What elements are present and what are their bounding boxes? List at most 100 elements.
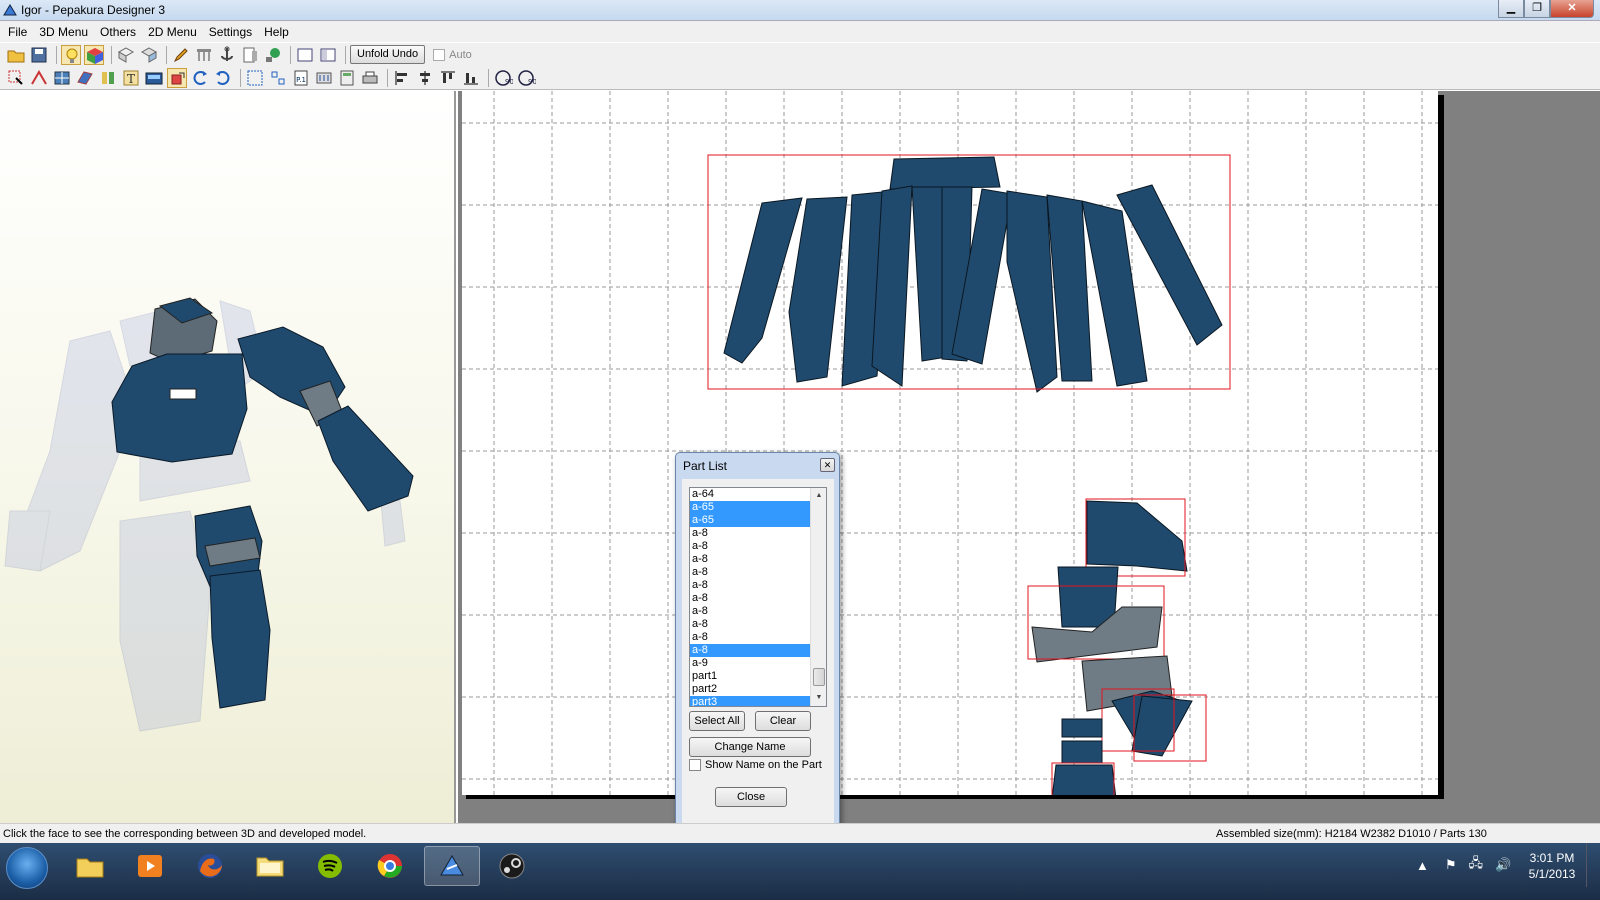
firefox-icon[interactable] <box>182 846 238 886</box>
scroll-down-icon[interactable]: ▼ <box>813 692 825 704</box>
part-list-item[interactable]: a-8 <box>690 527 810 540</box>
rotate-left-icon[interactable] <box>190 68 210 88</box>
part-list-item[interactable]: a-8 <box>690 553 810 566</box>
start-button[interactable] <box>6 847 48 889</box>
cube-wire-icon[interactable] <box>116 45 136 65</box>
align-center-icon[interactable] <box>415 68 435 88</box>
part-list-item[interactable]: part3 <box>690 696 810 706</box>
part-list-item[interactable]: a-8 <box>690 579 810 592</box>
grid-arrange-icon[interactable] <box>268 68 288 88</box>
pencil-icon[interactable] <box>171 45 191 65</box>
part-list-scrollbar[interactable]: ▲ ▼ <box>810 488 826 706</box>
minimize-button[interactable]: ▁ <box>1498 0 1524 18</box>
part-list-item[interactable]: a-8 <box>690 592 810 605</box>
clear-button[interactable]: Clear <box>755 711 811 731</box>
unfold-undo-button[interactable]: Unfold Undo <box>350 45 426 64</box>
single-pane-icon[interactable] <box>295 45 315 65</box>
calc-icon[interactable] <box>337 68 357 88</box>
assembled-size: Assembled size(mm): H2184 W2382 D1010 / … <box>1216 828 1487 840</box>
part-listbox[interactable]: a-64 a-65 a-65 a-8 a-8 a-8 a-8 a-8 a-8 a-8 a-8 a-8 a… <box>689 487 827 707</box>
part-list-close-icon[interactable]: ✕ <box>820 458 835 472</box>
change-name-button[interactable]: Change Name <box>689 737 811 757</box>
svg-text:T: T <box>127 72 135 86</box>
part-list-item[interactable]: part2 <box>690 683 810 696</box>
volume-icon[interactable]: 🔊 <box>1495 857 1511 873</box>
columns-icon[interactable] <box>194 45 214 65</box>
align-bottom-icon[interactable] <box>461 68 481 88</box>
rotate-90-cw-icon[interactable]: 90 <box>516 68 537 88</box>
text-icon[interactable]: T <box>121 68 141 88</box>
part-list-item[interactable]: a-8 <box>690 540 810 553</box>
maximize-button[interactable]: ❐ <box>1524 0 1550 18</box>
menu-3d[interactable]: 3D Menu <box>39 25 88 39</box>
part-list-item[interactable]: a-65 <box>690 501 810 514</box>
sheet-icon[interactable] <box>240 45 260 65</box>
unfolded-part-groin <box>1051 718 1117 800</box>
page-icon[interactable]: P.1 <box>291 68 311 88</box>
join-icon[interactable] <box>98 68 118 88</box>
texture-icon[interactable] <box>52 68 72 88</box>
scroll-up-icon[interactable]: ▲ <box>813 490 825 502</box>
align-top-icon[interactable] <box>438 68 458 88</box>
part-list-item[interactable]: a-8 <box>690 631 810 644</box>
show-name-checkbox-box[interactable] <box>689 759 701 771</box>
part-list-item[interactable]: a-65 <box>690 514 810 527</box>
close-window-button[interactable]: ✕ <box>1550 0 1594 18</box>
pepakura-icon[interactable] <box>424 846 480 886</box>
flap-icon[interactable] <box>75 68 95 88</box>
select-all-button[interactable]: Select All <box>689 711 745 731</box>
folder-icon[interactable] <box>242 846 298 886</box>
cube-solid-icon[interactable] <box>139 45 159 65</box>
menu-settings[interactable]: Settings <box>209 25 252 39</box>
color-cube-icon[interactable] <box>84 44 104 65</box>
align-left-icon[interactable] <box>392 68 412 88</box>
save-icon[interactable] <box>29 45 49 65</box>
2d-layout-canvas[interactable] <box>462 91 1438 804</box>
3d-model-canvas[interactable] <box>0 91 456 823</box>
media-player-icon[interactable] <box>122 846 178 886</box>
scroll-thumb[interactable] <box>813 668 825 686</box>
chrome-icon[interactable] <box>362 846 418 886</box>
part-list-item[interactable]: a-8 <box>690 644 810 657</box>
menu-2d[interactable]: 2D Menu <box>148 25 197 39</box>
part-list-item[interactable]: a-8 <box>690 605 810 618</box>
light-bulb-icon[interactable] <box>61 44 81 65</box>
3d-view[interactable] <box>0 91 456 823</box>
tray-expand-icon[interactable]: ▲ <box>1416 858 1429 873</box>
2d-view[interactable] <box>458 91 1600 823</box>
arrange-icon[interactable] <box>245 68 265 88</box>
part-list-item[interactable]: a-64 <box>690 488 810 501</box>
show-desktop-button[interactable] <box>1586 843 1600 887</box>
menu-others[interactable]: Others <box>100 25 136 39</box>
auto-checkbox[interactable]: Auto <box>433 48 472 61</box>
edge-icon[interactable] <box>29 68 49 88</box>
rotate-right-icon[interactable] <box>213 68 233 88</box>
open-icon[interactable] <box>6 45 26 65</box>
rotate-90-ccw-icon[interactable]: 90 <box>493 68 514 88</box>
part-list-item[interactable]: part1 <box>690 670 810 683</box>
print-icon[interactable] <box>360 68 380 88</box>
part-list-body: a-64 a-65 a-65 a-8 a-8 a-8 a-8 a-8 a-8 a-8 a-8 a-8 a… <box>682 479 834 827</box>
part-list-close-button[interactable]: Close <box>715 787 787 807</box>
menu-help[interactable]: Help <box>264 25 289 39</box>
move-icon[interactable] <box>167 67 187 88</box>
spotify-icon[interactable] <box>302 846 358 886</box>
part-list-item[interactable]: a-8 <box>690 566 810 579</box>
globe-icon[interactable] <box>263 45 283 65</box>
explorer-icon[interactable] <box>62 846 118 886</box>
auto-checkbox-box[interactable] <box>433 48 446 61</box>
split-pane-icon[interactable] <box>318 45 338 65</box>
steam-icon[interactable] <box>484 846 540 886</box>
select-icon[interactable] <box>6 68 26 88</box>
anchor-icon[interactable] <box>217 45 237 65</box>
menu-file[interactable]: File <box>8 25 27 39</box>
network-icon[interactable]: 🖧 <box>1469 854 1484 876</box>
part-list-item[interactable]: a-8 <box>690 618 810 631</box>
paper-sheet[interactable] <box>462 91 1438 804</box>
numbering-icon[interactable] <box>314 68 334 88</box>
action-center-flag-icon[interactable]: ⚑ <box>1445 857 1457 873</box>
show-name-checkbox[interactable]: Show Name on the Part <box>689 759 822 771</box>
part-list-item[interactable]: a-9 <box>690 657 810 670</box>
image-icon[interactable] <box>144 68 164 88</box>
clock[interactable]: 3:01 PM 5/1/2013 <box>1522 850 1582 882</box>
